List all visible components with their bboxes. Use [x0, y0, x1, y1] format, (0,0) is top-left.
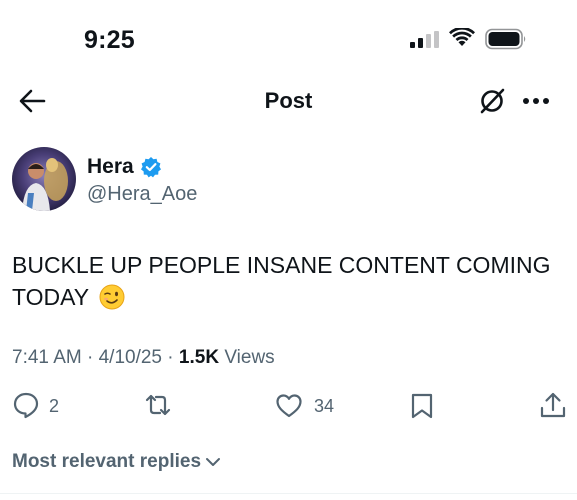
winking-face-emoji-icon	[99, 284, 125, 310]
verified-badge-icon	[141, 157, 161, 178]
like-heart-icon[interactable]	[275, 392, 303, 420]
divider	[0, 493, 577, 494]
post-text: BUCKLE UP PEOPLE INSANE CONTENT COMING T…	[12, 249, 562, 313]
wifi-icon	[449, 28, 475, 46]
like-count: 34	[314, 396, 335, 416]
chevron-down-icon[interactable]	[204, 455, 222, 469]
repost-icon[interactable]	[144, 391, 172, 419]
author-handle[interactable]: @Hera_Aoe	[87, 183, 197, 206]
author-display-name[interactable]: Hera	[87, 155, 134, 179]
meta-separator: ·	[87, 347, 94, 368]
bookmark-icon[interactable]	[408, 392, 436, 420]
post-text-content: BUCKLE UP PEOPLE INSANE CONTENT COMING T…	[12, 252, 551, 310]
status-time: 9:25	[84, 26, 135, 54]
cellular-signal-icon	[410, 31, 439, 48]
battery-icon	[485, 28, 526, 50]
grok-icon[interactable]	[478, 87, 506, 115]
views-label: Views	[224, 347, 275, 368]
views-count: 1.5K	[178, 347, 220, 368]
meta-separator: ·	[167, 347, 174, 368]
reply-icon[interactable]	[12, 391, 40, 419]
more-options-icon[interactable]	[522, 97, 550, 105]
post-date: 4/10/25	[98, 347, 163, 368]
avatar[interactable]	[12, 147, 76, 211]
post-time: 7:41 AM	[12, 347, 82, 368]
share-icon[interactable]	[539, 391, 567, 419]
reply-count: 2	[49, 396, 60, 416]
post-meta: 7:41 AM · 4/10/25 · 1.5K Views	[12, 347, 275, 369]
replies-sort-button[interactable]: Most relevant replies	[12, 451, 201, 473]
